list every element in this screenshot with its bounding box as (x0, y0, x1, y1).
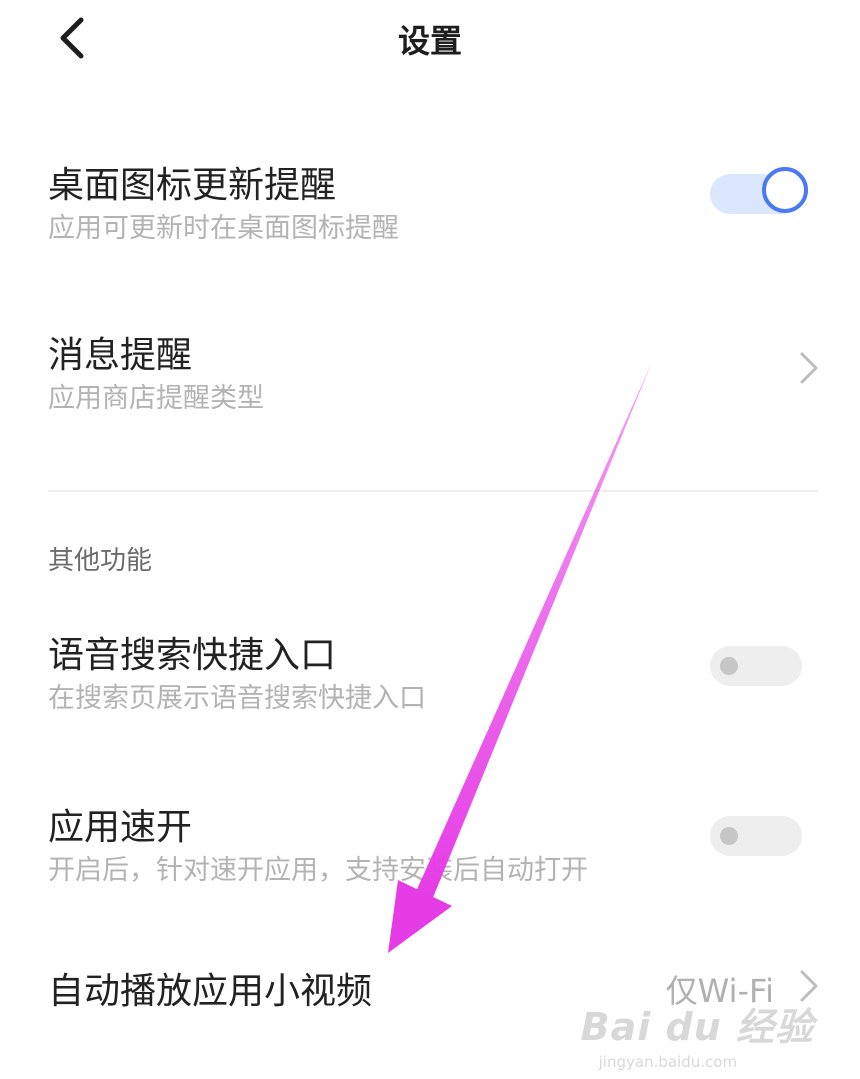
section-divider (48, 490, 818, 492)
toggle-knob (720, 827, 738, 845)
toggle-knob (762, 167, 808, 213)
row-subtitle: 在搜索页展示语音搜索快捷入口 (48, 683, 426, 714)
watermark-url: jingyan.baidu.com (598, 1053, 738, 1071)
section-label-other: 其他功能 (48, 546, 153, 576)
page-title: 设置 (397, 22, 462, 60)
row-title: 消息提醒 (48, 335, 193, 376)
row-title: 自动播放应用小视频 (48, 971, 373, 1012)
settings-row-message-reminder[interactable]: 消息提醒 应用商店提醒类型 (0, 310, 860, 440)
row-title: 应用速开 (48, 807, 193, 848)
settings-row-voice-search[interactable]: 语音搜索快捷入口 在搜索页展示语音搜索快捷入口 (0, 610, 860, 740)
row-subtitle: 应用可更新时在桌面图标提醒 (48, 213, 399, 244)
chevron-right-icon (800, 352, 818, 384)
row-subtitle: 开启后，针对速开应用，支持安装后自动打开 (48, 855, 588, 886)
settings-row-quick-open[interactable]: 应用速开 开启后，针对速开应用，支持安装后自动打开 (0, 782, 860, 912)
quick-open-toggle[interactable] (710, 816, 802, 856)
top-bar: 设置 (0, 0, 860, 80)
desktop-icon-update-toggle[interactable] (710, 167, 808, 214)
watermark: Bai du 经验 jingyan.baidu.com (581, 996, 814, 1071)
toggle-knob (720, 657, 738, 675)
watermark-logo: Bai du 经验 (580, 1005, 814, 1049)
settings-row-desktop-icon-update[interactable]: 桌面图标更新提醒 应用可更新时在桌面图标提醒 (0, 140, 860, 270)
voice-search-toggle[interactable] (710, 646, 802, 686)
row-subtitle: 应用商店提醒类型 (48, 383, 264, 414)
row-title: 桌面图标更新提醒 (48, 165, 337, 206)
row-title: 语音搜索快捷入口 (48, 635, 337, 676)
